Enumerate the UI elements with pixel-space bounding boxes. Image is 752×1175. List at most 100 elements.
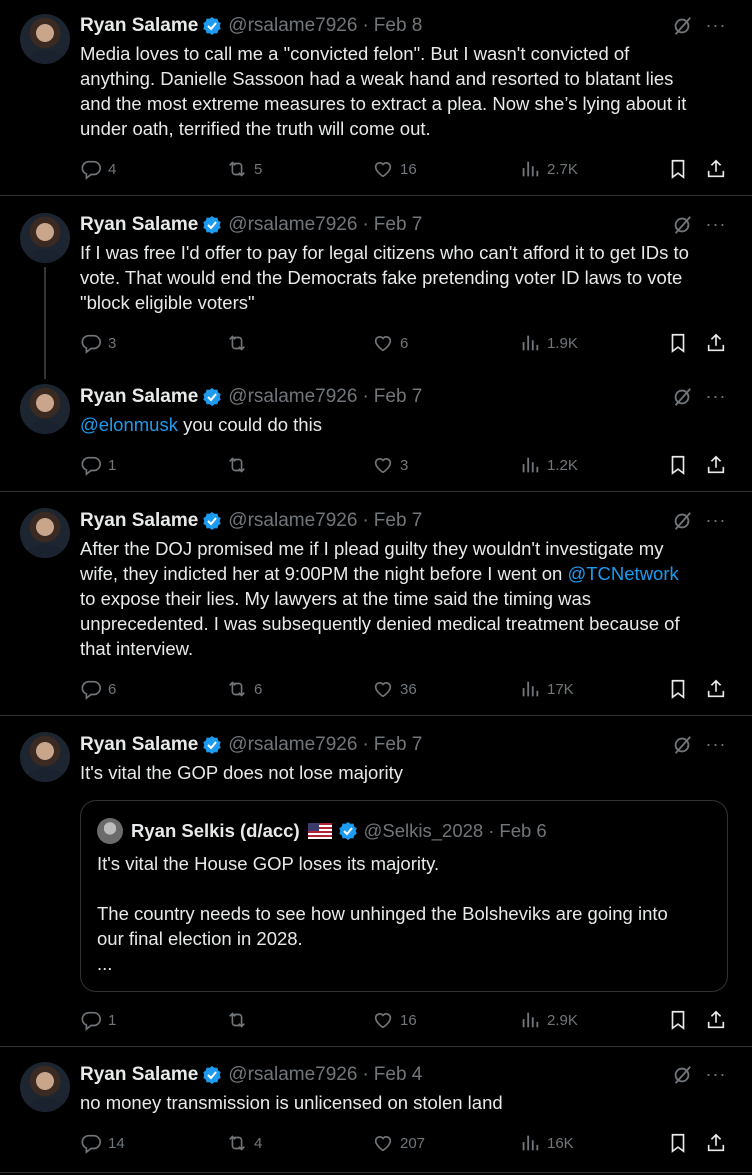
more-icon[interactable]: ··· <box>705 14 727 36</box>
more-icon[interactable]: ··· <box>705 1063 727 1085</box>
avatar[interactable] <box>20 213 70 263</box>
grok-icon[interactable] <box>671 1064 693 1086</box>
avatar[interactable] <box>20 508 70 558</box>
bookmark-button[interactable] <box>667 1008 689 1032</box>
author-handle[interactable]: @rsalame7926 <box>228 1064 357 1086</box>
avatar[interactable] <box>20 732 70 782</box>
like-button[interactable]: 16 <box>372 157 417 181</box>
grok-icon[interactable] <box>671 734 693 756</box>
bookmark-button[interactable] <box>667 677 689 701</box>
tweet-actions: 3 6 1.9K <box>80 331 730 355</box>
bookmark-button[interactable] <box>667 331 689 355</box>
share-button[interactable] <box>705 157 727 181</box>
reply-button[interactable]: 6 <box>80 677 116 701</box>
reply-button[interactable]: 1 <box>80 453 116 477</box>
more-icon[interactable]: ··· <box>705 213 727 235</box>
view-count: 1.2K <box>547 456 578 474</box>
retweet-button[interactable] <box>226 331 254 355</box>
tweet-date[interactable]: Feb 7 <box>374 214 423 236</box>
tweet-text-line: After the DOJ promised me if I plead gui… <box>80 538 664 559</box>
views-button[interactable]: 2.7K <box>519 157 578 181</box>
retweet-icon <box>228 1135 246 1151</box>
verified-icon <box>202 16 222 36</box>
verified-icon <box>202 215 222 235</box>
mention-link[interactable]: @elonmusk <box>80 414 178 435</box>
retweet-button[interactable]: 4 <box>226 1131 262 1155</box>
share-icon <box>707 1133 725 1152</box>
share-button[interactable] <box>705 331 727 355</box>
views-button[interactable]: 17K <box>519 677 574 701</box>
avatar[interactable] <box>20 1062 70 1112</box>
reply-button[interactable]: 14 <box>80 1131 125 1155</box>
like-button[interactable]: 16 <box>372 1008 417 1032</box>
view-count: 17K <box>547 680 574 698</box>
retweet-button[interactable] <box>226 453 254 477</box>
retweet-icon <box>228 161 246 177</box>
thread-line <box>44 267 46 379</box>
author-handle[interactable]: @rsalame7926 <box>228 214 357 236</box>
views-button[interactable]: 2.9K <box>519 1008 578 1032</box>
like-count: 207 <box>400 1134 426 1152</box>
author-name[interactable]: Ryan Salame <box>80 734 198 756</box>
views-button[interactable]: 1.9K <box>519 331 578 355</box>
author-name[interactable]: Ryan Salame <box>80 510 198 532</box>
separator-dot: · <box>362 510 369 531</box>
tweet-date[interactable]: Feb 7 <box>374 386 423 408</box>
more-icon[interactable]: ··· <box>705 509 727 531</box>
quoted-tweet-text: It's vital the House GOP loses its major… <box>97 851 707 976</box>
share-button[interactable] <box>705 453 727 477</box>
views-icon <box>522 1012 539 1028</box>
more-icon[interactable]: ··· <box>705 733 727 755</box>
reply-icon <box>81 680 101 699</box>
retweet-button[interactable]: 6 <box>226 677 262 701</box>
grok-icon[interactable] <box>671 214 693 236</box>
avatar[interactable] <box>20 384 70 434</box>
like-count: 16 <box>400 160 417 178</box>
avatar[interactable] <box>20 14 70 64</box>
tweet-date[interactable]: Feb 7 <box>374 734 423 756</box>
reply-button[interactable]: 3 <box>80 331 116 355</box>
quoted-tweet[interactable]: Ryan Selkis (d/acc) @Selkis_2028 · Feb 6… <box>80 800 728 992</box>
views-button[interactable]: 1.2K <box>519 453 578 477</box>
grok-icon[interactable] <box>671 386 693 408</box>
views-button[interactable]: 16K <box>519 1131 574 1155</box>
mention-link[interactable]: @TCNetwork <box>567 563 678 584</box>
tweet-header: Ryan Salame @rsalame7926 · Feb 7 <box>80 385 422 409</box>
share-button[interactable] <box>705 1131 727 1155</box>
like-button[interactable]: 207 <box>372 1131 425 1155</box>
like-count: 16 <box>400 1011 417 1029</box>
like-button[interactable]: 3 <box>372 453 408 477</box>
tweet-date[interactable]: Feb 7 <box>374 510 423 532</box>
share-button[interactable] <box>705 677 727 701</box>
author-handle[interactable]: @rsalame7926 <box>228 15 357 37</box>
author-name[interactable]: Ryan Salame <box>80 386 198 408</box>
like-button[interactable]: 36 <box>372 677 417 701</box>
author-name[interactable]: Ryan Salame <box>80 15 198 37</box>
grok-icon[interactable] <box>671 510 693 532</box>
share-button[interactable] <box>705 1008 727 1032</box>
tweet-date[interactable]: Feb 4 <box>374 1064 423 1086</box>
views-icon <box>522 1135 539 1151</box>
retweet-icon <box>228 457 246 473</box>
tweet-date[interactable]: Feb 8 <box>374 15 423 37</box>
quoted-text-line: ... <box>97 953 113 974</box>
retweet-count: 4 <box>254 1134 263 1152</box>
retweet-button[interactable] <box>226 1008 254 1032</box>
grok-icon[interactable] <box>671 15 693 37</box>
author-name[interactable]: Ryan Salame <box>80 214 198 236</box>
author-handle[interactable]: @rsalame7926 <box>228 386 357 408</box>
reply-button[interactable]: 1 <box>80 1008 116 1032</box>
bookmark-button[interactable] <box>667 157 689 181</box>
quoted-tweet-date: Feb 6 <box>499 820 547 841</box>
more-icon[interactable]: ··· <box>705 385 727 407</box>
view-count: 1.9K <box>547 334 578 352</box>
like-button[interactable]: 6 <box>372 331 408 355</box>
bookmark-button[interactable] <box>667 1131 689 1155</box>
author-name[interactable]: Ryan Salame <box>80 1064 198 1086</box>
author-handle[interactable]: @rsalame7926 <box>228 510 357 532</box>
tweet-actions: 6 6 36 17K <box>80 677 730 701</box>
retweet-button[interactable]: 5 <box>226 157 262 181</box>
author-handle[interactable]: @rsalame7926 <box>228 734 357 756</box>
bookmark-button[interactable] <box>667 453 689 477</box>
reply-button[interactable]: 4 <box>80 157 116 181</box>
